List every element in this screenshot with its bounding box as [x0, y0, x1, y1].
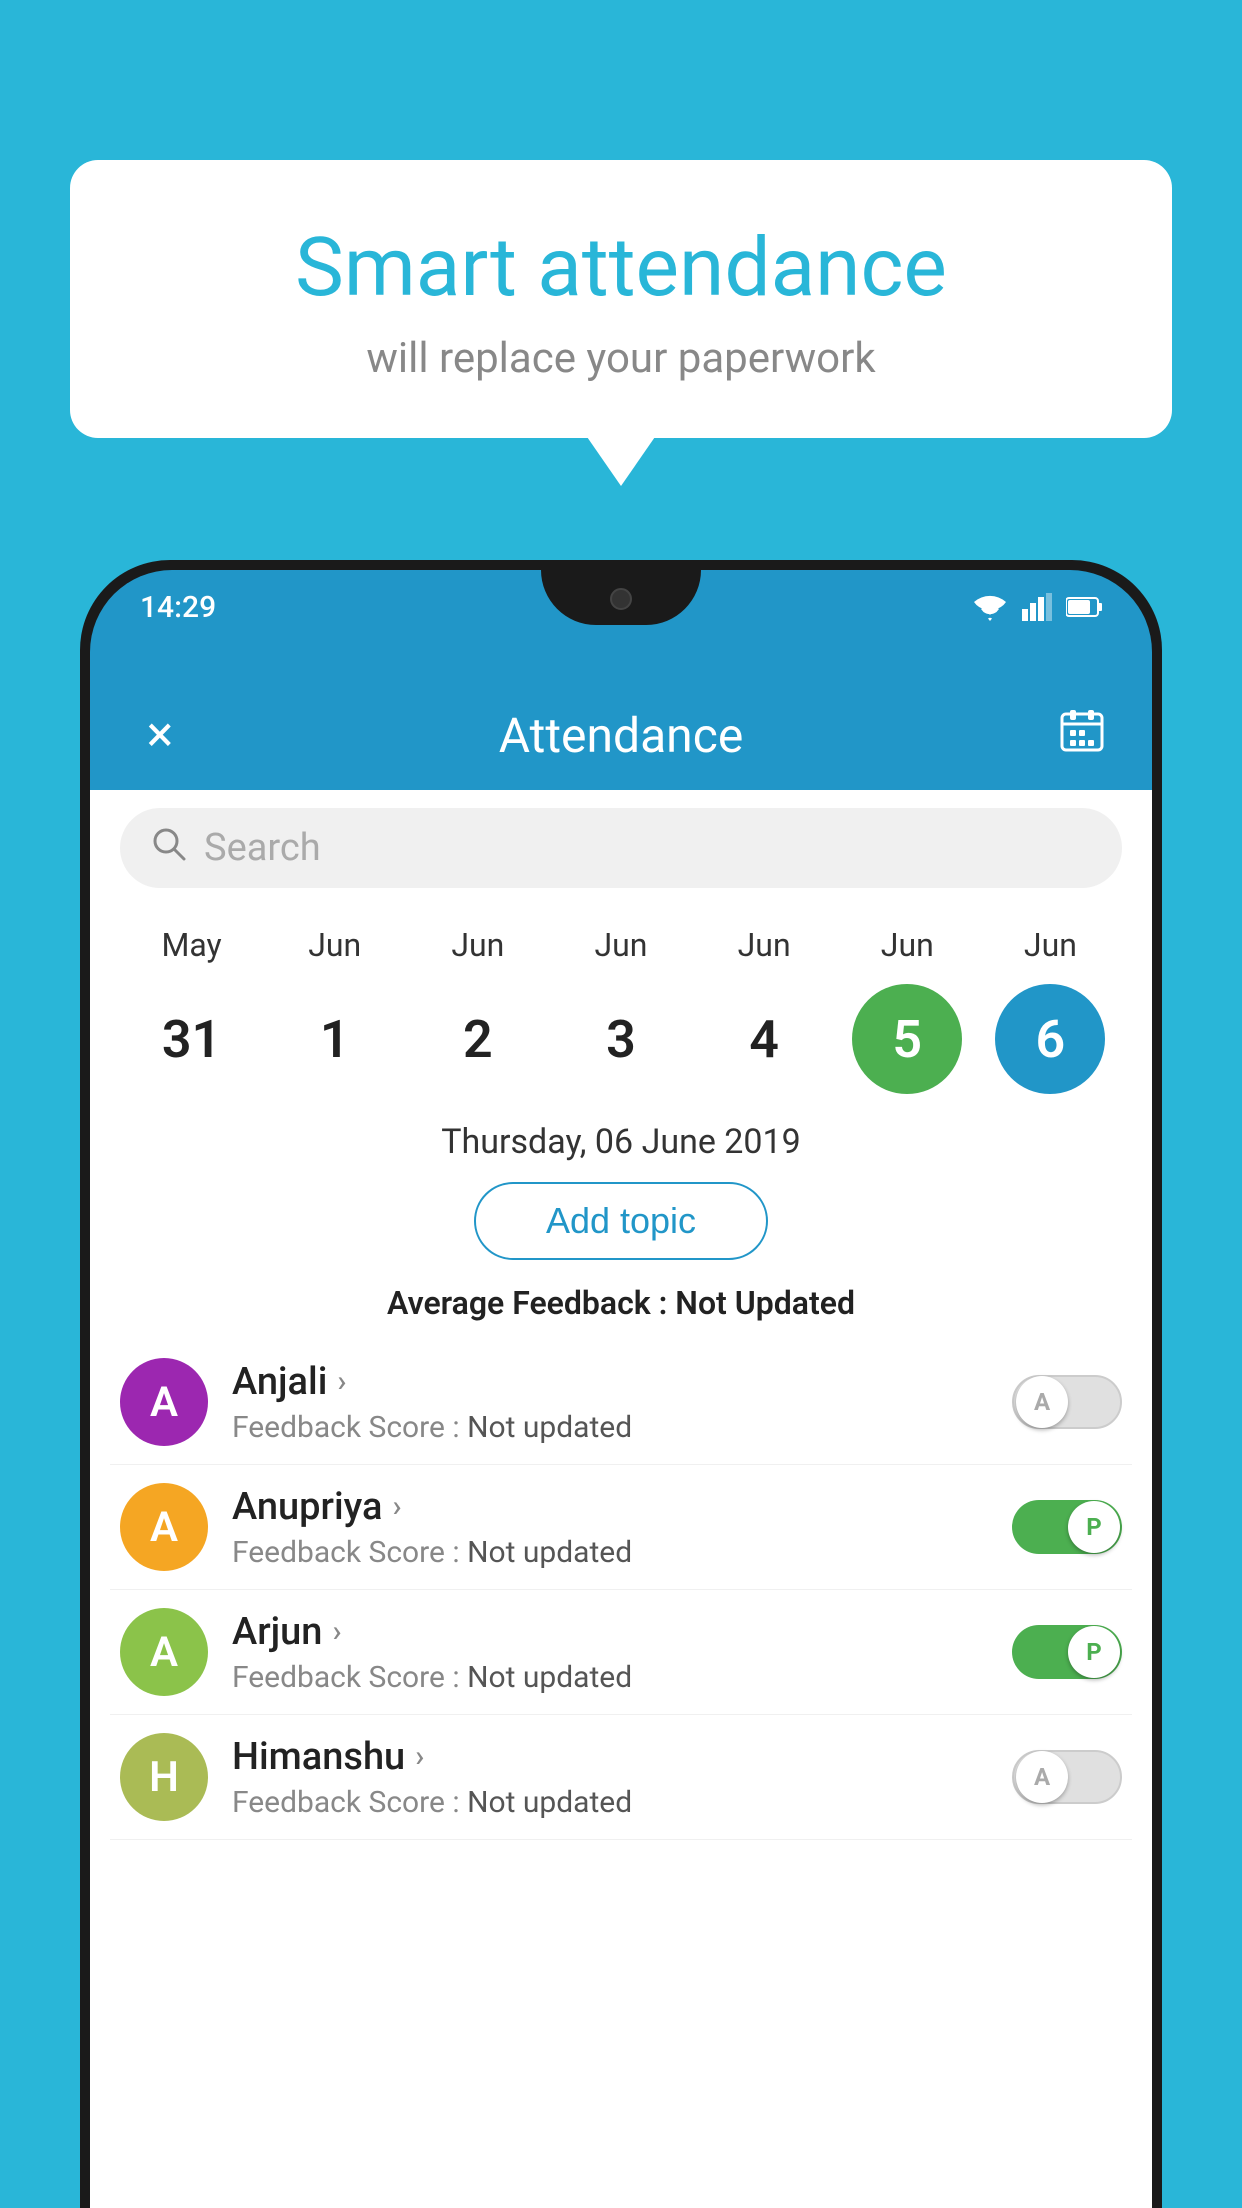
chevron-anupriya: › [392, 1489, 401, 1524]
chevron-himanshu: › [415, 1739, 424, 1774]
status-icons [972, 593, 1102, 621]
cal-date-col-3[interactable]: 3 [556, 984, 686, 1094]
cal-date-col-5[interactable]: 5 [842, 984, 972, 1094]
cal-date-col-0[interactable]: 31 [127, 984, 257, 1094]
notch-area: 14:29 [90, 570, 1152, 680]
screen-content: Search May Jun Jun Jun [90, 790, 1152, 2208]
phone-inner: 14:29 [90, 570, 1152, 2208]
cal-date-col-1[interactable]: 1 [270, 984, 400, 1094]
student-name-arjun: Arjun › [232, 1610, 1012, 1654]
avatar-anupriya: A [120, 1483, 208, 1571]
cal-col-3: Jun [556, 926, 686, 976]
bubble-title: Smart attendance [120, 220, 1122, 316]
avg-feedback: Average Feedback : Not Updated [90, 1278, 1152, 1340]
avatar-arjun: A [120, 1608, 208, 1696]
cal-month-3: Jun [595, 926, 648, 964]
speech-bubble-container: Smart attendance will replace your paper… [70, 160, 1172, 438]
cal-day-3[interactable]: 3 [566, 984, 676, 1094]
calendar-icon[interactable] [1052, 708, 1112, 763]
student-item-anjali[interactable]: A Anjali › Feedback Score : Not updated … [110, 1340, 1132, 1465]
bubble-subtitle: will replace your paperwork [120, 334, 1122, 383]
student-info-anupriya: Anupriya › Feedback Score : Not updated [232, 1485, 1012, 1570]
toggle-himanshu[interactable]: A [1012, 1750, 1122, 1804]
student-info-himanshu: Himanshu › Feedback Score : Not updated [232, 1735, 1012, 1820]
student-name-himanshu: Himanshu › [232, 1735, 1012, 1779]
cal-month-4: Jun [738, 926, 791, 964]
calendar-dates-row: 31 1 2 3 4 5 [120, 984, 1122, 1094]
calendar-strip: May Jun Jun Jun Jun Jun [90, 906, 1152, 1104]
cal-date-col-4[interactable]: 4 [699, 984, 829, 1094]
toggle-knob-arjun: P [1068, 1626, 1120, 1678]
signal-icon [1022, 593, 1052, 621]
chevron-arjun: › [332, 1614, 341, 1649]
toggle-anjali[interactable]: A [1012, 1375, 1122, 1429]
battery-icon [1066, 596, 1102, 618]
search-icon [150, 825, 186, 871]
app-bar-title: Attendance [220, 707, 1022, 764]
chevron-anjali: › [337, 1364, 346, 1399]
phone-frame: 14:29 [80, 560, 1162, 2208]
cal-date-col-6[interactable]: 6 [985, 984, 1115, 1094]
cal-date-col-2[interactable]: 2 [413, 984, 543, 1094]
student-name-anjali: Anjali › [232, 1360, 1012, 1404]
search-bar[interactable]: Search [120, 808, 1122, 888]
student-item-himanshu[interactable]: H Himanshu › Feedback Score : Not update… [110, 1715, 1132, 1840]
student-name-anupriya: Anupriya › [232, 1485, 1012, 1529]
close-button[interactable]: × [130, 710, 190, 760]
cal-day-0[interactable]: 31 [137, 984, 247, 1094]
avatar-himanshu: H [120, 1733, 208, 1821]
wifi-icon [972, 593, 1008, 621]
speech-bubble: Smart attendance will replace your paper… [70, 160, 1172, 438]
app-bar: × Attendance [90, 680, 1152, 790]
student-item-anupriya[interactable]: A Anupriya › Feedback Score : Not update… [110, 1465, 1132, 1590]
feedback-score-arjun: Feedback Score : Not updated [232, 1660, 1012, 1695]
feedback-score-anjali: Feedback Score : Not updated [232, 1410, 1012, 1445]
cal-month-6: Jun [1024, 926, 1077, 964]
toggle-knob-himanshu: A [1016, 1751, 1068, 1803]
avatar-anjali: A [120, 1358, 208, 1446]
feedback-score-anupriya: Feedback Score : Not updated [232, 1535, 1012, 1570]
selected-date-label: Thursday, 06 June 2019 [90, 1104, 1152, 1172]
cal-month-5: Jun [881, 926, 934, 964]
feedback-score-himanshu: Feedback Score : Not updated [232, 1785, 1012, 1820]
toggle-knob-anupriya: P [1068, 1501, 1120, 1553]
student-info-anjali: Anjali › Feedback Score : Not updated [232, 1360, 1012, 1445]
camera-dot [610, 588, 632, 610]
toggle-arjun[interactable]: P [1012, 1625, 1122, 1679]
avg-feedback-value: Not Updated [675, 1284, 855, 1322]
student-list: A Anjali › Feedback Score : Not updated … [90, 1340, 1152, 1840]
cal-col-6: Jun [985, 926, 1115, 976]
cal-month-2: Jun [451, 926, 504, 964]
search-bar-container: Search [90, 790, 1152, 906]
toggle-knob-anjali: A [1016, 1376, 1068, 1428]
cal-month-1: Jun [308, 926, 361, 964]
search-input[interactable]: Search [204, 826, 321, 870]
cal-day-5[interactable]: 5 [852, 984, 962, 1094]
student-info-arjun: Arjun › Feedback Score : Not updated [232, 1610, 1012, 1695]
cal-col-1: Jun [270, 926, 400, 976]
cal-col-2: Jun [413, 926, 543, 976]
cal-day-1[interactable]: 1 [280, 984, 390, 1094]
cal-month-0: May [161, 926, 221, 964]
status-time: 14:29 [140, 590, 216, 625]
cal-day-6[interactable]: 6 [995, 984, 1105, 1094]
toggle-anupriya[interactable]: P [1012, 1500, 1122, 1554]
student-item-arjun[interactable]: A Arjun › Feedback Score : Not updated P [110, 1590, 1132, 1715]
add-topic-container: Add topic [90, 1172, 1152, 1278]
avg-feedback-label: Average Feedback : [387, 1284, 667, 1322]
cal-day-4[interactable]: 4 [709, 984, 819, 1094]
cal-col-0: May [127, 926, 257, 976]
cal-col-5: Jun [842, 926, 972, 976]
calendar-months-row: May Jun Jun Jun Jun Jun [120, 926, 1122, 976]
cal-col-4: Jun [699, 926, 829, 976]
cal-day-2[interactable]: 2 [423, 984, 533, 1094]
add-topic-button[interactable]: Add topic [474, 1182, 768, 1260]
